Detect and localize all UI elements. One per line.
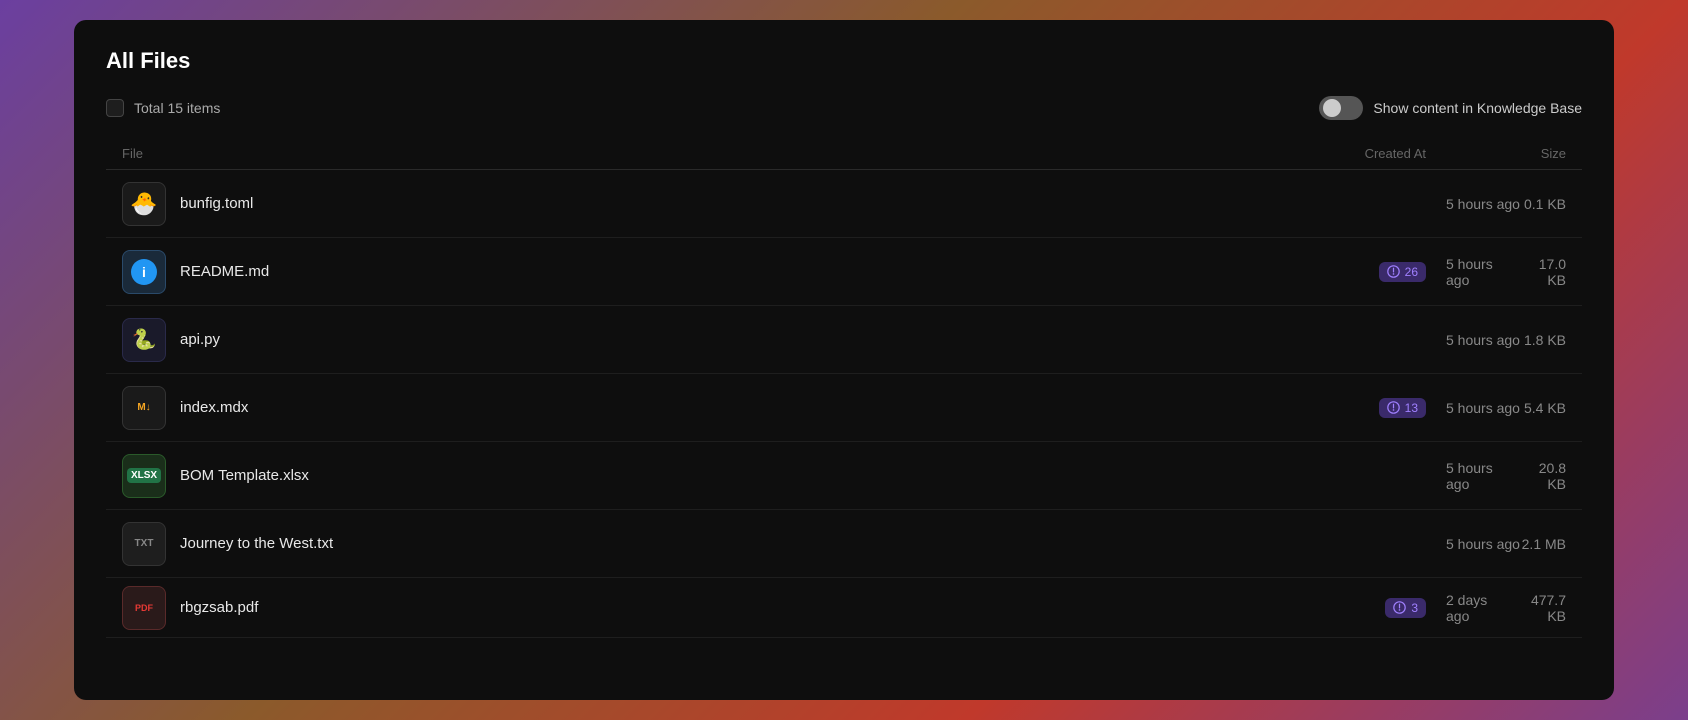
file-size: 477.7 KB	[1511, 592, 1566, 624]
toggle-area: Show content in Knowledge Base	[1319, 96, 1582, 120]
created-at: 5 hours ago	[1446, 400, 1520, 416]
file-badges: 3	[1246, 598, 1446, 618]
file-size: 0.1 KB	[1524, 196, 1566, 212]
select-all-checkbox[interactable]	[106, 99, 124, 117]
file-cell: M↓ index.mdx	[122, 386, 1246, 430]
file-cell: i README.md	[122, 250, 1246, 294]
file-name: BOM Template.xlsx	[180, 467, 309, 484]
file-name: api.py	[180, 331, 220, 348]
chunk-icon	[1387, 265, 1400, 278]
file-cell: TXT Journey to the West.txt	[122, 522, 1246, 566]
created-at: 5 hours ago	[1446, 536, 1520, 552]
file-cell: XLSX BOM Template.xlsx	[122, 454, 1246, 498]
table-body: 🐣 bunfig.toml 5 hours ago 0.1 KB i READM…	[106, 170, 1582, 638]
file-icon-pdf: PDF	[122, 586, 166, 630]
chunk-badge: 26	[1379, 262, 1426, 282]
file-cell: PDF rbgzsab.pdf	[122, 586, 1246, 630]
file-size: 2.1 MB	[1522, 536, 1566, 552]
table-row[interactable]: 🐍 api.py 5 hours ago 1.8 KB	[106, 306, 1582, 374]
file-icon-mdx: M↓	[122, 386, 166, 430]
file-name: README.md	[180, 263, 269, 280]
table-row[interactable]: PDF rbgzsab.pdf 3 2 days ago 477.7 KB	[106, 578, 1582, 638]
file-badges: 26	[1246, 262, 1446, 282]
chunk-icon	[1387, 401, 1400, 414]
header-size: Size	[1446, 146, 1566, 161]
header-file: File	[122, 146, 1246, 161]
table-row[interactable]: M↓ index.mdx 13 5 hours ago 5.4 KB	[106, 374, 1582, 442]
file-badges: 13	[1246, 398, 1446, 418]
chunk-badge: 13	[1379, 398, 1426, 418]
file-icon-txt: TXT	[122, 522, 166, 566]
file-name: rbgzsab.pdf	[180, 599, 258, 616]
file-name: index.mdx	[180, 399, 248, 416]
chunk-count: 3	[1411, 601, 1418, 615]
file-size: 1.8 KB	[1524, 332, 1566, 348]
file-icon-xlsx: XLSX	[122, 454, 166, 498]
table-row[interactable]: i README.md 26 5 hours ago 17.0 KB	[106, 238, 1582, 306]
file-cell: 🐍 api.py	[122, 318, 1246, 362]
table-header: File Created At Size	[106, 138, 1582, 170]
main-panel: All Files Total 15 items Show content in…	[74, 20, 1614, 700]
file-size: 20.8 KB	[1518, 460, 1566, 492]
header-created-at: Created At	[1246, 146, 1446, 161]
table-row[interactable]: TXT Journey to the West.txt 5 hours ago …	[106, 510, 1582, 578]
chunk-badge: 3	[1385, 598, 1426, 618]
created-at: 5 hours ago	[1446, 196, 1520, 212]
file-icon-readme: i	[122, 250, 166, 294]
created-at: 5 hours ago	[1446, 256, 1518, 288]
file-size: 5.4 KB	[1524, 400, 1566, 416]
toggle-label: Show content in Knowledge Base	[1373, 100, 1582, 116]
chunk-icon	[1393, 601, 1406, 614]
created-at: 5 hours ago	[1446, 332, 1520, 348]
file-name: Journey to the West.txt	[180, 535, 333, 552]
total-items-label: Total 15 items	[134, 100, 220, 116]
chunk-count: 13	[1405, 401, 1418, 415]
toolbar: Total 15 items Show content in Knowledge…	[106, 96, 1582, 120]
file-cell: 🐣 bunfig.toml	[122, 182, 1246, 226]
chunk-count: 26	[1405, 265, 1418, 279]
toolbar-left: Total 15 items	[106, 99, 220, 117]
created-at: 2 days ago	[1446, 592, 1511, 624]
page-title: All Files	[106, 48, 1582, 74]
table-row[interactable]: 🐣 bunfig.toml 5 hours ago 0.1 KB	[106, 170, 1582, 238]
file-size: 17.0 KB	[1518, 256, 1566, 288]
table-row[interactable]: XLSX BOM Template.xlsx 5 hours ago 20.8 …	[106, 442, 1582, 510]
file-icon-bun: 🐣	[122, 182, 166, 226]
knowledge-base-toggle[interactable]	[1319, 96, 1363, 120]
created-at: 5 hours ago	[1446, 460, 1518, 492]
file-icon-py: 🐍	[122, 318, 166, 362]
file-name: bunfig.toml	[180, 195, 253, 212]
